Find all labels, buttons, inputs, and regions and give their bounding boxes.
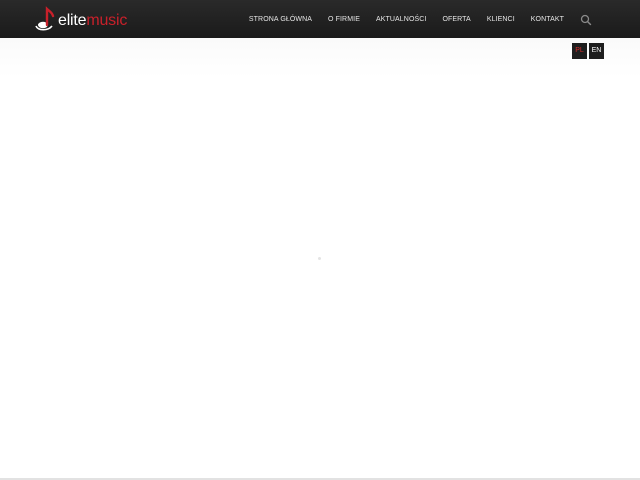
nav-item-news[interactable]: AKTUALNOŚCI [376, 16, 427, 23]
site-header: elitemusic STRONA GŁÓWNA O FIRMIE AKTUAL… [0, 0, 640, 38]
nav-item-about[interactable]: O FIRMIE [328, 16, 360, 23]
nav-item-home[interactable]: STRONA GŁÓWNA [249, 16, 312, 23]
nav-item-offer[interactable]: OFERTA [442, 16, 470, 23]
music-note-logo-icon [35, 6, 55, 31]
language-switcher: PL EN [572, 43, 604, 59]
lang-en-button[interactable]: EN [589, 43, 604, 59]
loading-indicator [318, 257, 321, 260]
lang-pl-button[interactable]: PL [572, 43, 587, 59]
main-nav: STRONA GŁÓWNA O FIRMIE AKTUALNOŚCI OFERT… [249, 0, 640, 38]
search-button[interactable] [580, 13, 592, 26]
nav-item-contact[interactable]: KONTAKT [531, 16, 564, 23]
logo-elite: elite [58, 12, 87, 29]
nav-item-clients[interactable]: KLIENCI [487, 16, 515, 23]
logo-wordmark: elitemusic [58, 12, 127, 30]
logo-music: music [86, 12, 128, 29]
search-icon [580, 14, 592, 26]
content-top-band [0, 38, 640, 78]
site-logo[interactable]: elitemusic [34, 6, 127, 32]
